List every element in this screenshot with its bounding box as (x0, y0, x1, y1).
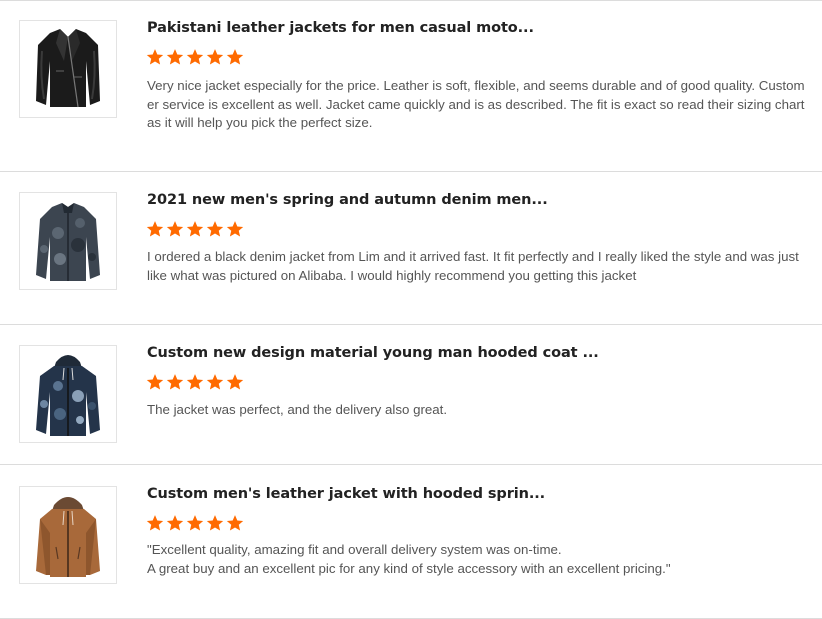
review-list: Pakistani leather jackets for men casual… (0, 0, 822, 619)
star-icon (206, 220, 224, 238)
review-text: Very nice jacket especially for the pric… (147, 78, 805, 130)
review-text: I ordered a black denim jacket from Lim … (147, 249, 799, 283)
star-icon (186, 514, 204, 532)
star-icon (206, 514, 224, 532)
product-title[interactable]: 2021 new men's spring and autumn denim m… (147, 192, 548, 208)
camo-denim-jacket-image (20, 193, 116, 289)
star-icon (206, 48, 224, 66)
product-title[interactable]: Custom men's leather jacket with hooded … (147, 486, 545, 502)
star-icon (166, 220, 184, 238)
review-text-line: "Excellent quality, amazing fit and over… (147, 542, 562, 557)
star-icon (146, 373, 164, 391)
brown-leather-hooded-jacket-image (20, 487, 116, 583)
star-icon (146, 48, 164, 66)
star-icon (166, 48, 184, 66)
star-icon (186, 48, 204, 66)
review-text: The jacket was perfect, and the delivery… (147, 402, 448, 417)
product-title[interactable]: Custom new design material young man hoo… (147, 345, 599, 361)
camo-hooded-coat-image (20, 346, 116, 442)
review-text-line: A great buy and an excellent pic for any… (147, 560, 671, 576)
product-thumbnail[interactable] (19, 486, 117, 584)
star-icon (186, 220, 204, 238)
star-icon (146, 220, 164, 238)
product-thumbnail[interactable] (19, 345, 117, 443)
star-rating (146, 514, 244, 532)
star-icon (226, 48, 244, 66)
star-rating (146, 373, 244, 391)
star-icon (166, 514, 184, 532)
star-icon (226, 220, 244, 238)
star-rating (146, 48, 244, 66)
product-title[interactable]: Pakistani leather jackets for men casual… (147, 20, 534, 36)
star-icon (206, 373, 224, 391)
divider (0, 464, 822, 465)
star-icon (146, 514, 164, 532)
star-icon (226, 373, 244, 391)
review-text: "Excellent quality, amazing fit and over… (147, 541, 805, 578)
divider (0, 0, 822, 1)
divider (0, 324, 822, 325)
star-icon (166, 373, 184, 391)
star-icon (186, 373, 204, 391)
star-rating (146, 220, 244, 238)
black-leather-moto-jacket-image (20, 21, 116, 117)
star-icon (226, 514, 244, 532)
product-thumbnail[interactable] (19, 20, 117, 118)
divider (0, 171, 822, 172)
product-thumbnail[interactable] (19, 192, 117, 290)
